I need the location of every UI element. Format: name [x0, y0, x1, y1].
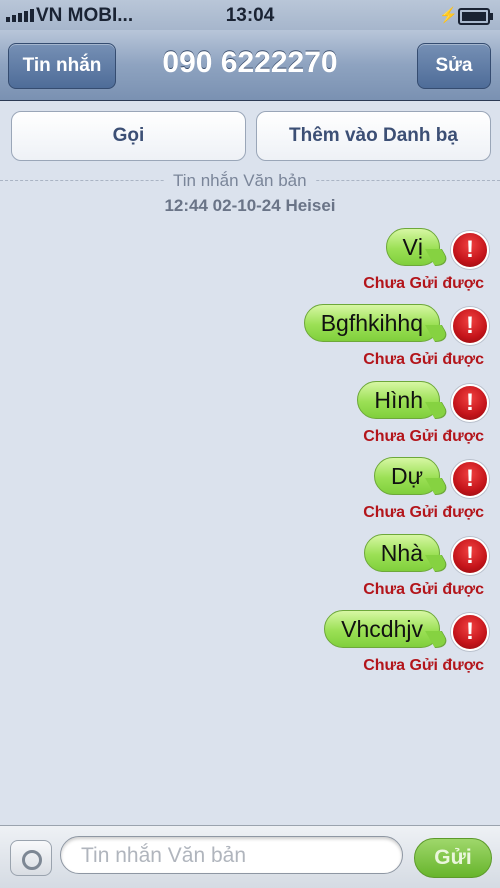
navigation-bar: Tin nhắn 090 6222270 Sửa: [0, 30, 500, 101]
message-item[interactable]: Dự: [370, 457, 440, 497]
message-bubble[interactable]: Hình: [357, 381, 440, 419]
send-failed-label: Chưa Gửi được: [363, 428, 484, 445]
status-bar: VN MOBI... 13:04 ⚡: [0, 0, 500, 30]
thread-type-label: Tin nhắn Văn bản: [165, 171, 315, 191]
message-item[interactable]: Bgfhkihhq: [294, 304, 440, 344]
edit-button[interactable]: Sửa: [417, 43, 491, 89]
add-to-contacts-button[interactable]: Thêm vào Danh bạ: [256, 111, 491, 161]
message-item[interactable]: Vị: [378, 228, 440, 268]
message-input[interactable]: Tin nhắn Văn bản: [60, 836, 403, 874]
error-icon[interactable]: !: [451, 307, 489, 345]
message-bubble[interactable]: Dự: [373, 457, 440, 495]
error-icon[interactable]: !: [451, 231, 489, 269]
message-bubble[interactable]: Vhcdhjv: [324, 610, 440, 648]
send-failed-label: Chưa Gửi được: [363, 657, 484, 674]
send-failed-label: Chưa Gửi được: [363, 351, 484, 368]
message-item[interactable]: Hình: [356, 381, 440, 421]
back-button[interactable]: Tin nhắn: [8, 43, 116, 89]
message-bubble[interactable]: Nhà: [363, 534, 440, 572]
call-button[interactable]: Gọi: [11, 111, 246, 161]
thread-timestamp: 12:44 02-10-24 Heisei: [164, 196, 336, 215]
error-icon[interactable]: !: [451, 384, 489, 422]
error-icon[interactable]: !: [451, 537, 489, 575]
error-icon[interactable]: !: [451, 613, 489, 651]
compose-bar: Tin nhắn Văn bản Gửi: [0, 825, 500, 888]
message-bubble[interactable]: Bgfhkihhq: [303, 304, 440, 342]
message-item[interactable]: Vhcdhjv: [316, 610, 440, 650]
message-item[interactable]: Nhà: [360, 534, 440, 574]
error-icon[interactable]: !: [451, 460, 489, 498]
battery-icon: [458, 8, 493, 25]
charging-icon: ⚡: [439, 7, 458, 24]
camera-icon[interactable]: [10, 840, 52, 876]
message-bubble[interactable]: Vị: [385, 228, 440, 266]
conversation-title: 090 6222270: [162, 46, 338, 79]
send-failed-label: Chưa Gửi được: [363, 504, 484, 521]
status-time: 13:04: [225, 5, 275, 26]
send-failed-label: Chưa Gửi được: [363, 581, 484, 598]
send-button[interactable]: Gửi: [414, 838, 492, 878]
back-button-label: Tin nhắn: [22, 55, 102, 76]
send-failed-label: Chưa Gửi được: [363, 275, 484, 292]
